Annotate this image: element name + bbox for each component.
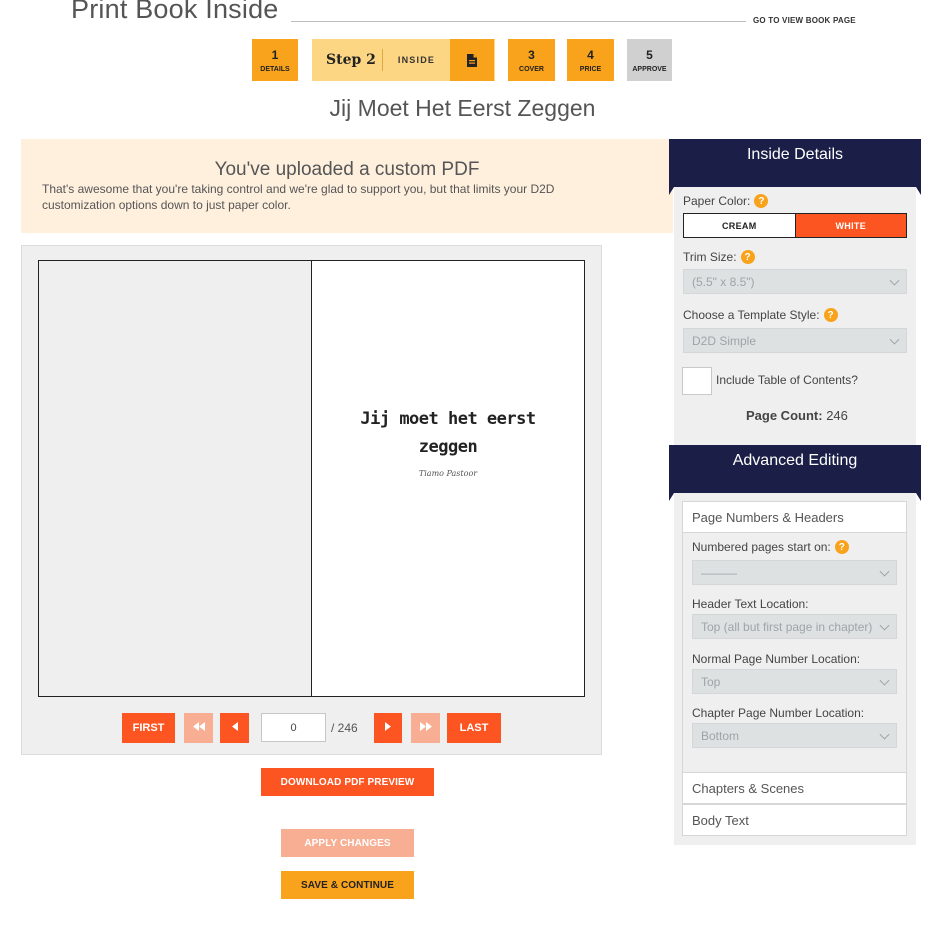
- chevron-down-icon: [889, 334, 900, 345]
- rewind-button[interactable]: [184, 713, 213, 743]
- step-price[interactable]: 4 PRICE: [567, 39, 614, 81]
- accordion-body-text[interactable]: Body Text: [682, 804, 907, 836]
- normal-page-number-value: Top: [701, 674, 721, 689]
- pdf-title-text: Jij moet het eerst zeggen: [360, 409, 536, 457]
- right-arrow-icon: [385, 722, 391, 734]
- step-details[interactable]: 1 DETAILS: [252, 39, 298, 81]
- numbered-start-value: ———: [701, 565, 737, 580]
- first-page-button[interactable]: FIRST: [122, 713, 175, 743]
- chevron-down-icon: [879, 729, 890, 740]
- step-label: INSIDE: [397, 55, 436, 65]
- toc-checkbox[interactable]: [682, 367, 712, 395]
- numbered-start-label: Numbered pages start on: ?: [692, 540, 849, 554]
- notice-heading: You've uploaded a custom PDF: [214, 159, 480, 180]
- paper-color-label: Paper Color: ?: [683, 194, 769, 208]
- paper-color-toggle: CREAM WHITE: [683, 213, 907, 238]
- help-icon[interactable]: ?: [754, 194, 769, 208]
- trim-size-text: Trim Size:: [683, 250, 737, 264]
- toc-label: Include Table of Contents?: [716, 373, 858, 387]
- paper-white-option[interactable]: WHITE: [795, 214, 906, 237]
- notice-text: That's awesome that you're taking contro…: [42, 182, 555, 212]
- page-count: Page Count: 246: [746, 408, 848, 423]
- header-location-value: Top (all but first page in chapter): [701, 619, 873, 634]
- advanced-editing-heading: Advanced Editing: [669, 445, 921, 501]
- page-total: / 246: [331, 721, 358, 735]
- pdf-preview-viewer: Jij moet het eerst zeggen Tiamo Pastoor F…: [21, 245, 602, 755]
- fast-forward-button[interactable]: [411, 713, 440, 743]
- view-book-page-link[interactable]: GO TO VIEW BOOK PAGE: [753, 16, 856, 25]
- chapter-page-number-select[interactable]: Bottom: [692, 723, 897, 748]
- step-inside[interactable]: Step 2 INSIDE: [312, 39, 495, 81]
- step-number: 5: [646, 48, 653, 62]
- template-style-text: Choose a Template Style:: [683, 308, 820, 322]
- normal-page-number-select[interactable]: Top: [692, 669, 897, 694]
- step-approve[interactable]: 5 APPROVE: [627, 39, 672, 81]
- previous-page-button[interactable]: [220, 713, 249, 743]
- step-current-number: Step 2: [326, 52, 376, 68]
- header-location-select[interactable]: Top (all but first page in chapter): [692, 614, 897, 639]
- chevron-down-icon: [879, 620, 890, 631]
- numbered-start-select[interactable]: ———: [692, 560, 897, 585]
- double-left-arrow-icon: [192, 722, 205, 734]
- step-number: 4: [587, 48, 594, 62]
- template-style-value: D2D Simple: [692, 333, 757, 348]
- step-number: 1: [271, 48, 279, 62]
- trim-size-select[interactable]: (5.5" x 8.5"): [683, 269, 907, 294]
- page-title: Print Book Inside: [71, 0, 279, 24]
- double-right-arrow-icon: [419, 722, 432, 734]
- inside-details-heading: Inside Details: [669, 139, 921, 195]
- help-icon[interactable]: ?: [740, 250, 755, 264]
- preview-page-left: [38, 260, 312, 697]
- title-divider: [291, 21, 746, 22]
- page-count-value: 246: [826, 408, 848, 423]
- accordion-page-numbers-headers[interactable]: Page Numbers & Headers: [682, 501, 907, 533]
- step-label: PRICE: [579, 66, 602, 73]
- book-title: Jij Moet Het Eerst Zeggen: [329, 95, 596, 121]
- page-count-label: Page Count:: [746, 408, 823, 423]
- document-icon: [450, 39, 494, 81]
- step-label: APPROVE: [632, 66, 667, 73]
- template-style-select[interactable]: D2D Simple: [683, 328, 907, 353]
- step-cover[interactable]: 3 COVER: [508, 39, 555, 81]
- download-pdf-preview-button[interactable]: DOWNLOAD PDF PREVIEW: [261, 768, 434, 796]
- step-label: COVER: [519, 66, 544, 73]
- accordion-chapters-scenes[interactable]: Chapters & Scenes: [682, 772, 907, 804]
- apply-changes-button[interactable]: APPLY CHANGES: [281, 829, 414, 857]
- chevron-down-icon: [879, 566, 890, 577]
- paper-cream-option[interactable]: CREAM: [684, 214, 796, 237]
- help-icon[interactable]: ?: [823, 308, 838, 322]
- normal-page-number-label: Normal Page Number Location:: [692, 652, 861, 666]
- chevron-down-icon: [879, 675, 890, 686]
- next-page-button[interactable]: [374, 713, 402, 743]
- paper-color-text: Paper Color:: [683, 194, 751, 208]
- chapter-page-number-label: Chapter Page Number Location:: [692, 706, 865, 720]
- numbered-start-text: Numbered pages start on:: [692, 540, 831, 554]
- trim-size-value: (5.5" x 8.5"): [692, 274, 755, 289]
- pdf-author-text: Tiamo Pastoor: [418, 469, 478, 478]
- advanced-editing-title: Advanced Editing: [732, 452, 858, 469]
- template-style-label: Choose a Template Style: ?: [683, 308, 838, 322]
- last-page-button[interactable]: LAST: [447, 713, 501, 743]
- custom-pdf-notice: You've uploaded a custom PDF That's awes…: [21, 139, 673, 233]
- preview-page-right: Jij moet het eerst zeggen Tiamo Pastoor: [311, 260, 585, 697]
- step-label: DETAILS: [260, 66, 290, 73]
- step-number: 3: [528, 48, 535, 62]
- help-icon[interactable]: ?: [834, 540, 849, 554]
- trim-size-label: Trim Size: ?: [683, 250, 755, 264]
- page-number-input[interactable]: [261, 713, 326, 742]
- left-arrow-icon: [231, 722, 238, 734]
- chapter-page-number-value: Bottom: [701, 728, 740, 743]
- header-location-label: Header Text Location:: [692, 597, 809, 611]
- chevron-down-icon: [889, 275, 900, 286]
- inside-details-title: Inside Details: [746, 146, 844, 163]
- save-continue-button[interactable]: SAVE & CONTINUE: [281, 871, 414, 899]
